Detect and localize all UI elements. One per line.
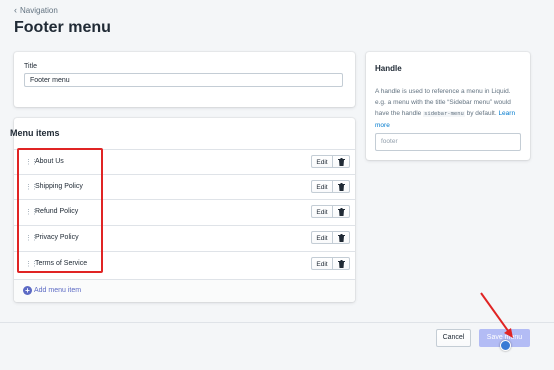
menu-item-privacy-policy[interactable]: ⋮⋮ Privacy Policy Edit — [14, 225, 355, 250]
trash-icon — [337, 259, 345, 268]
delete-button[interactable] — [333, 257, 350, 270]
edit-button[interactable]: Edit — [311, 231, 333, 244]
menu-item-label: Terms of Service — [35, 260, 88, 267]
handle-description: A handle is used to reference a menu in … — [375, 86, 523, 131]
footer-divider — [0, 322, 554, 323]
title-card: Title Footer menu — [14, 52, 355, 107]
menu-item-refund-policy[interactable]: ⋮⋮ Refund Policy Edit — [14, 199, 355, 224]
handle-heading: Handle — [375, 64, 402, 73]
cancel-button[interactable]: Cancel — [436, 329, 471, 347]
add-menu-item-button[interactable]: + Add menu item — [14, 279, 355, 302]
delete-button[interactable] — [333, 180, 350, 193]
menu-item-label: Privacy Policy — [35, 234, 79, 241]
edit-button[interactable]: Edit — [311, 155, 333, 168]
menu-item-label: Shipping Policy — [35, 183, 83, 190]
plus-circle-icon: + — [23, 286, 32, 295]
menu-item-terms-of-service[interactable]: ⋮⋮ Terms of Service Edit — [14, 251, 355, 276]
menu-item-about-us[interactable]: ⋮⋮ About Us Edit — [14, 149, 355, 174]
add-menu-item-label: Add menu item — [34, 287, 82, 294]
page-title: Footer menu — [14, 19, 111, 36]
title-label: Title — [24, 63, 37, 70]
trash-icon — [337, 182, 345, 191]
edit-button[interactable]: Edit — [311, 257, 333, 270]
menu-item-label: About Us — [35, 158, 64, 165]
handle-example-code: sidebar-menu — [423, 111, 465, 117]
annotation-arrow-icon — [480, 292, 513, 338]
handle-desc-text-end: by default. — [464, 110, 499, 117]
handle-input[interactable]: footer — [375, 133, 521, 151]
back-link[interactable]: ‹ Navigation — [14, 5, 58, 16]
edit-button[interactable]: Edit — [311, 180, 333, 193]
chevron-left-icon: ‹ — [14, 5, 17, 15]
menu-item-shipping-policy[interactable]: ⋮⋮ Shipping Policy Edit — [14, 174, 355, 199]
trash-icon — [337, 157, 345, 166]
delete-button[interactable] — [333, 231, 350, 244]
menu-items-heading: Menu items — [10, 128, 60, 138]
title-input[interactable]: Footer menu — [24, 73, 343, 87]
trash-icon — [337, 233, 345, 242]
back-label: Navigation — [20, 6, 58, 15]
trash-icon — [337, 207, 345, 216]
delete-button[interactable] — [333, 205, 350, 218]
handle-card: Handle A handle is used to reference a m… — [366, 52, 530, 160]
delete-button[interactable] — [333, 155, 350, 168]
menu-item-label: Refund Policy — [35, 208, 79, 215]
edit-button[interactable]: Edit — [311, 205, 333, 218]
mouse-cursor-icon — [500, 340, 511, 351]
